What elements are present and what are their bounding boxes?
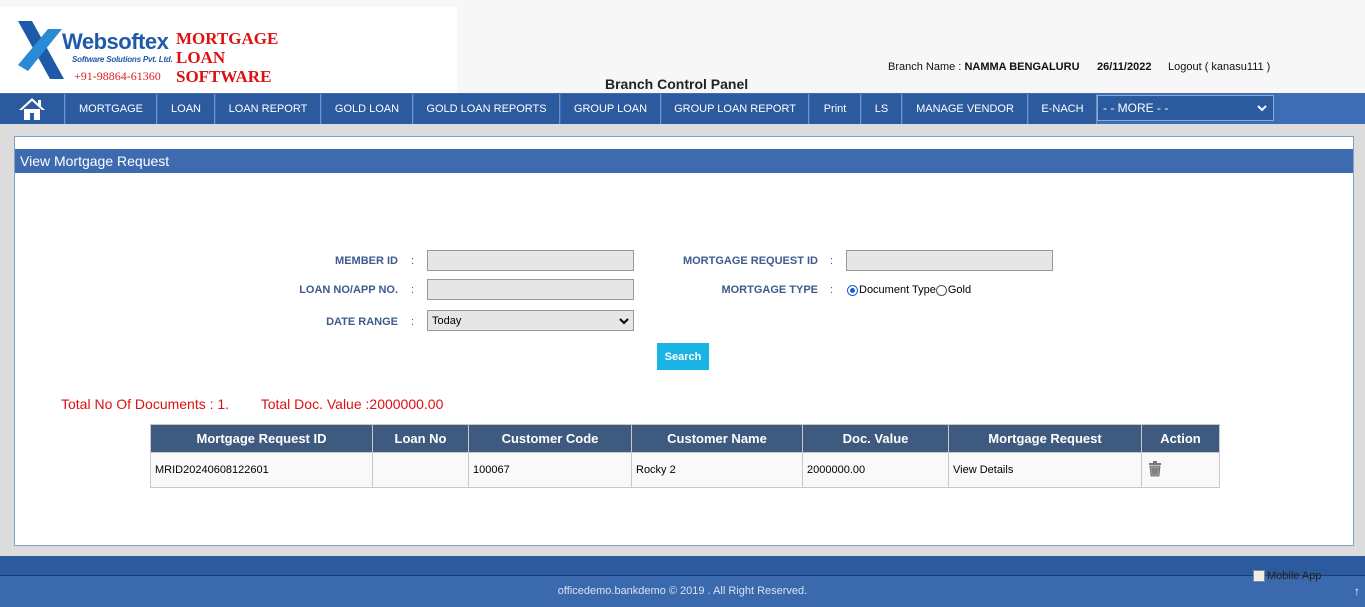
total-doc-value: Total Doc. Value :2000000.00 xyxy=(260,396,444,412)
nav-more-label: - - MORE - - xyxy=(1103,101,1169,115)
view-details-link[interactable]: View Details xyxy=(948,452,1142,488)
table-row: MRID20240608122601 100067 Rocky 2 200000… xyxy=(150,452,1220,488)
col-customer-name: Customer Name xyxy=(631,424,803,453)
footer: officedemo.bankdemo © 2019 . All Right R… xyxy=(0,576,1365,607)
main-nav: MORTGAGE LOAN LOAN REPORT GOLD LOAN GOLD… xyxy=(0,93,1365,124)
mortgage-request-id-label: MORTGAGE REQUEST ID xyxy=(682,255,818,267)
nav-manage-vendor[interactable]: MANAGE VENDOR xyxy=(903,94,1028,124)
cell-loan-no xyxy=(372,452,469,488)
date-range-label: DATE RANGE xyxy=(326,316,398,328)
col-customer-code: Customer Code xyxy=(468,424,632,453)
cell-request-id: MRID20240608122601 xyxy=(150,452,373,488)
chevron-down-icon xyxy=(619,317,629,324)
current-date: 26/11/2022 xyxy=(1097,61,1152,73)
cell-action xyxy=(1141,452,1220,488)
mortgage-type-label: MORTGAGE TYPE xyxy=(721,284,818,296)
col-doc-value: Doc. Value xyxy=(802,424,949,453)
nav-loan[interactable]: LOAN xyxy=(158,94,215,124)
branch-info: Branch Name : NAMMA BENGALURU 26/11/2022… xyxy=(888,61,1270,73)
search-button[interactable]: Search xyxy=(657,343,709,370)
table-header-row: Mortgage Request ID Loan No Customer Cod… xyxy=(150,424,1220,453)
logo-phone: +91-98864-61360 xyxy=(74,69,161,83)
mortgage-type-radios: Document Type Gold xyxy=(847,284,971,296)
radio-gold-label: Gold xyxy=(947,284,972,296)
member-id-input[interactable] xyxy=(427,250,634,271)
colon: : xyxy=(411,284,415,296)
member-id-label: MEMBER ID xyxy=(335,255,398,267)
mobile-app-label: Mobile App xyxy=(1267,570,1322,582)
col-action: Action xyxy=(1141,424,1220,453)
trash-icon[interactable] xyxy=(1148,460,1162,477)
logout-link[interactable]: Logout ( kanasu111 ) xyxy=(1168,61,1270,73)
scroll-top-icon[interactable]: ↑ xyxy=(1354,584,1360,598)
logo-x-icon xyxy=(18,21,64,79)
nav-gold-loan-reports[interactable]: GOLD LOAN REPORTS xyxy=(414,94,560,124)
col-mortgage-request: Mortgage Request xyxy=(948,424,1142,453)
nav-home[interactable] xyxy=(0,94,65,124)
date-range-select[interactable]: Today xyxy=(427,310,634,331)
mobile-app-link[interactable]: Mobile App xyxy=(1253,570,1321,582)
branch-name: NAMMA BENGALURU xyxy=(964,61,1080,73)
nav-print[interactable]: Print xyxy=(810,94,861,124)
col-mortgage-request-id: Mortgage Request ID xyxy=(150,424,373,453)
panel-heading: View Mortgage Request xyxy=(15,149,1353,173)
col-loan-no: Loan No xyxy=(372,424,469,453)
logo-brand: Websoftex xyxy=(62,29,169,54)
cell-customer-code: 100067 xyxy=(468,452,632,488)
date-range-value: Today xyxy=(432,314,462,327)
branch-label: Branch Name : xyxy=(888,61,962,73)
product-title-line3: SOFTWARE xyxy=(176,67,272,86)
colon: : xyxy=(830,255,834,267)
product-title-line2: LOAN xyxy=(176,48,226,67)
product-title-line1: MORTGAGE xyxy=(176,29,279,48)
radio-document-type-label: Document Type xyxy=(859,284,936,296)
total-documents: Total No Of Documents : 1. xyxy=(61,396,230,412)
colon: : xyxy=(411,316,415,328)
chevron-down-icon xyxy=(1257,105,1267,112)
nav-group-loan-report[interactable]: GROUP LOAN REPORT xyxy=(662,94,809,124)
radio-document-type[interactable] xyxy=(847,284,858,296)
logo-subtitle: Software Solutions Pvt. Ltd. xyxy=(72,55,173,64)
header: Websoftex Software Solutions Pvt. Ltd. +… xyxy=(0,0,1365,93)
panel-title: Branch Control Panel xyxy=(605,76,749,92)
copyright: officedemo.bankdemo © 2019 . All Right R… xyxy=(557,585,808,597)
nav-more-select[interactable]: - - MORE - - xyxy=(1097,95,1274,121)
loan-no-input[interactable] xyxy=(427,279,634,300)
nav-gold-loan[interactable]: GOLD LOAN xyxy=(322,94,413,124)
cell-doc-value: 2000000.00 xyxy=(802,452,949,488)
main-panel: View Mortgage Request MEMBER ID : LOAN N… xyxy=(14,136,1354,546)
cell-customer-name: Rocky 2 xyxy=(631,452,803,488)
colon: : xyxy=(411,255,415,267)
loan-no-label: LOAN NO/APP NO. xyxy=(299,284,398,296)
home-icon xyxy=(19,98,45,120)
mortgage-request-id-input[interactable] xyxy=(846,250,1053,271)
logo[interactable]: Websoftex Software Solutions Pvt. Ltd. +… xyxy=(0,7,457,93)
mortgage-request-table: Mortgage Request ID Loan No Customer Cod… xyxy=(150,424,1220,488)
product-title: MORTGAGE LOAN SOFTWARE xyxy=(176,29,278,86)
broken-image-icon xyxy=(1253,570,1265,582)
nav-group-loan[interactable]: GROUP LOAN xyxy=(561,94,661,124)
footer-band xyxy=(0,556,1365,576)
totals: Total No Of Documents : 1. Total Doc. Va… xyxy=(61,396,471,412)
radio-gold[interactable] xyxy=(935,284,947,296)
nav-e-nach[interactable]: E-NACH xyxy=(1029,94,1097,124)
colon: : xyxy=(830,284,834,296)
nav-mortgage[interactable]: MORTGAGE xyxy=(66,94,157,124)
nav-ls[interactable]: LS xyxy=(862,94,902,124)
nav-loan-report[interactable]: LOAN REPORT xyxy=(216,94,321,124)
